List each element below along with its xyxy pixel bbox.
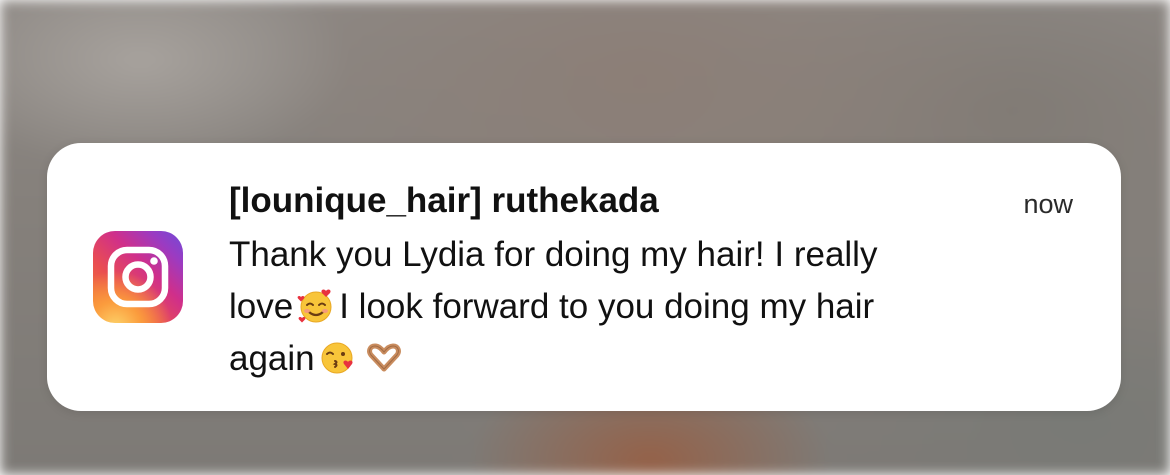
notification-message: Thank you Lydia for doing my hair! I rea… <box>229 229 1069 385</box>
face-blowing-kiss-emoji <box>319 339 357 377</box>
message-text: love <box>229 287 294 326</box>
message-text: I look forward to you doing my hair <box>339 287 875 326</box>
heart-hands-emoji <box>365 339 403 377</box>
notification-time: now <box>1023 189 1073 219</box>
message-text: Thank you Lydia for doing my hair! I rea… <box>229 235 878 274</box>
notification-banner[interactable]: [lounique_hair] ruthekada now Thank you … <box>47 143 1121 411</box>
message-text: again <box>229 339 315 378</box>
notification-title: [lounique_hair] ruthekada <box>229 181 659 220</box>
instagram-icon <box>93 231 183 323</box>
message-line: again <box>229 333 1069 385</box>
message-line: love I look forward to you doing my hair <box>229 281 1069 333</box>
smiling-face-with-hearts-emoji <box>297 287 335 325</box>
message-line: Thank you Lydia for doing my hair! I rea… <box>229 229 1069 281</box>
